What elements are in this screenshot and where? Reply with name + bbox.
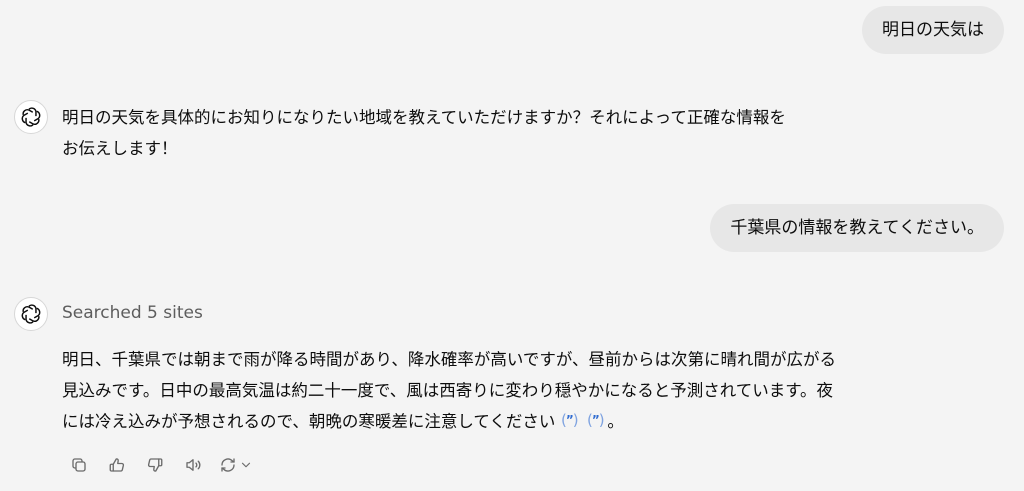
read-aloud-button[interactable] [174, 450, 212, 480]
chevron-down-icon [241, 462, 251, 468]
user-message-bubble: 明日の天気は [862, 6, 1004, 54]
message-line: 明日、千葉県では朝まで雨が降る時間があり、降水確率が高いですが、昼前からは次第に… [62, 350, 837, 369]
thumbs-up-icon [109, 458, 125, 472]
assistant-message: 明日、千葉県では朝まで雨が降る時間があり、降水確率が高いですが、昼前からは次第に… [62, 344, 982, 437]
message-line: 見込みです。日中の最高気温は約二十一度で、風は西寄りに変わり穏やかになると予測さ… [62, 381, 834, 400]
regenerate-button[interactable] [212, 450, 260, 480]
end-punctuation: 。 [607, 412, 624, 431]
copy-button[interactable] [60, 450, 98, 480]
searched-sites-toggle[interactable]: Searched 5 sites [62, 299, 203, 327]
message-line: お伝えします！ [62, 139, 178, 158]
message-line-last: には冷え込みが予想されるので、朝晩の寒暖差に注意してください(”)(”)。 [62, 406, 982, 437]
user-message-text: 明日の天気は [882, 20, 984, 40]
citation-link[interactable]: (”) [557, 411, 581, 431]
read-aloud-icon [186, 459, 201, 471]
message-line-text: には冷え込みが予想されるので、朝晩の寒暖差に注意してください [62, 412, 556, 431]
citation-link[interactable]: (”) [583, 411, 607, 431]
openai-logo-icon [21, 107, 41, 127]
user-message-bubble: 千葉県の情報を教えてください。 [710, 204, 1004, 252]
good-response-button[interactable] [98, 450, 136, 480]
message-actions-bar [60, 450, 260, 480]
assistant-message: 明日の天気を具体的にお知りになりたい地域を教えていただけますか？それによって正確… [62, 102, 982, 164]
openai-logo-icon [21, 304, 41, 324]
bad-response-button[interactable] [136, 450, 174, 480]
message-line: 明日の天気を具体的にお知りになりたい地域を教えていただけますか？それによって正確… [62, 108, 786, 127]
assistant-avatar [14, 100, 48, 134]
copy-icon [72, 458, 86, 472]
assistant-avatar [14, 297, 48, 331]
regenerate-icon [221, 458, 235, 472]
thumbs-down-icon [147, 458, 163, 472]
user-message-text: 千葉県の情報を教えてください。 [730, 218, 984, 238]
